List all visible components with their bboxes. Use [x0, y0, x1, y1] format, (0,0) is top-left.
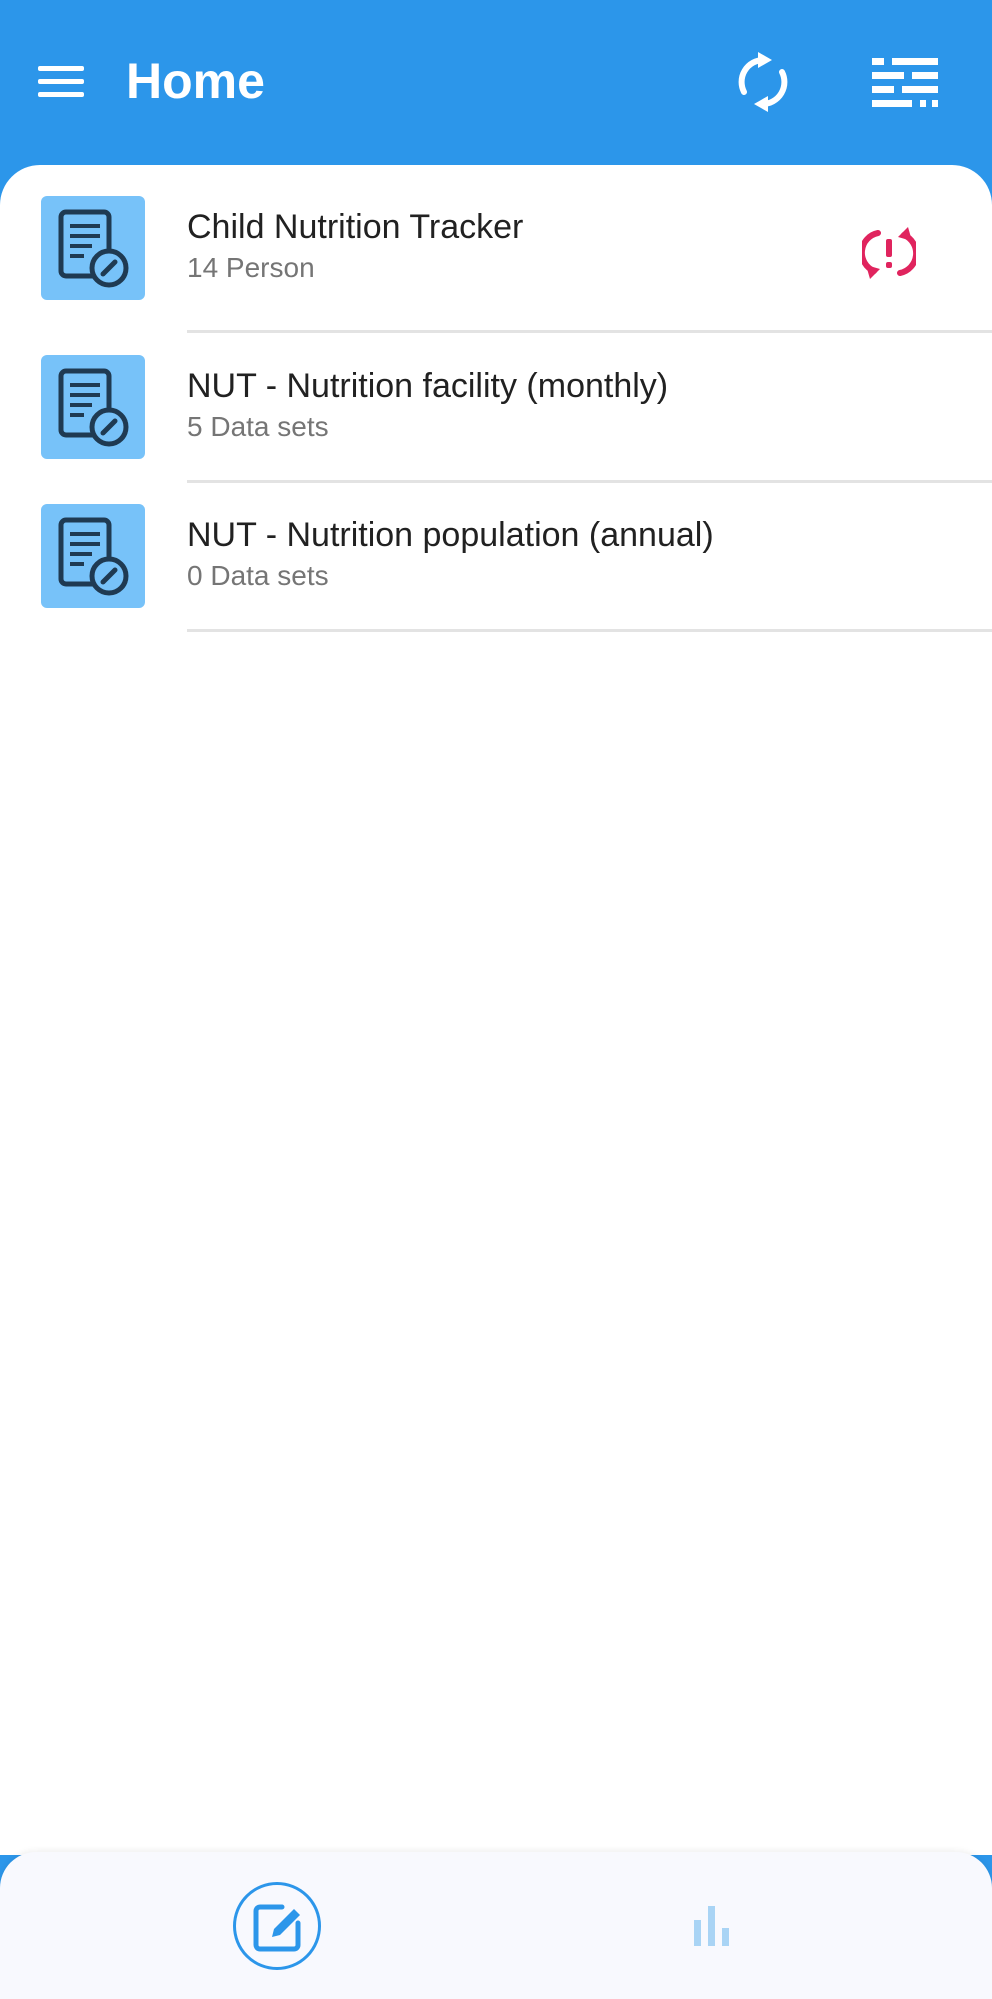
divider — [187, 629, 992, 632]
programs-edit-icon — [253, 1904, 301, 1952]
program-subtitle: 14 Person — [187, 252, 315, 283]
list-item-child-nutrition-tracker[interactable]: Child Nutrition Tracker 14 Person — [0, 165, 992, 335]
nav-programs-button[interactable] — [233, 1882, 321, 1970]
nav-analytics-button[interactable] — [688, 1900, 740, 1952]
list-item-nutrition-population[interactable]: NUT - Nutrition population (annual) 0 Da… — [0, 482, 992, 632]
sync-icon[interactable] — [736, 52, 790, 112]
app-bar: Home — [0, 0, 992, 190]
program-title: NUT - Nutrition facility (monthly) — [187, 367, 669, 405]
form-edit-icon — [41, 355, 145, 459]
page-title: Home — [126, 53, 265, 109]
analytics-bar-chart-icon — [694, 1906, 729, 1946]
program-title: NUT - Nutrition population (annual) — [187, 516, 714, 554]
form-edit-icon — [41, 196, 145, 300]
program-list: Child Nutrition Tracker 14 Person NUT - … — [0, 165, 992, 1855]
program-title: Child Nutrition Tracker — [187, 208, 524, 246]
form-edit-icon — [41, 504, 145, 608]
sync-error-icon[interactable] — [858, 227, 920, 279]
bottom-navigation — [0, 1852, 992, 1999]
filter-icon[interactable] — [872, 56, 940, 108]
menu-icon[interactable] — [36, 62, 88, 102]
program-subtitle: 0 Data sets — [187, 560, 329, 591]
program-subtitle: 5 Data sets — [187, 411, 329, 442]
list-item-nutrition-facility[interactable]: NUT - Nutrition facility (monthly) 5 Dat… — [0, 333, 992, 483]
